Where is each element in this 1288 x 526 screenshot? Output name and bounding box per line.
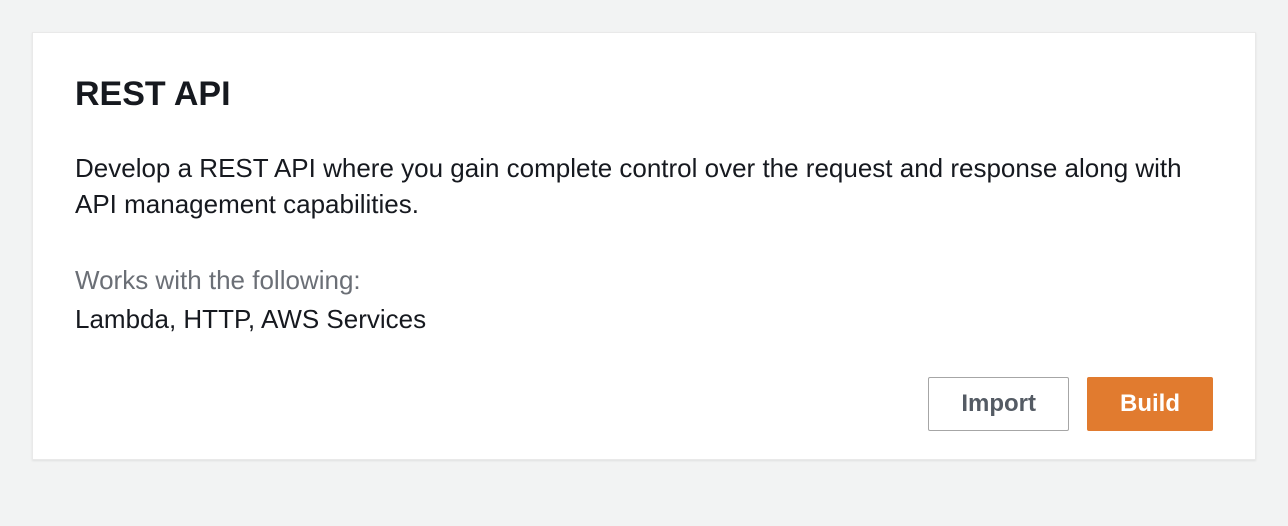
card-title: REST API xyxy=(75,75,1213,114)
api-type-card: REST API Develop a REST API where you ga… xyxy=(32,32,1256,460)
import-button[interactable]: Import xyxy=(928,377,1069,431)
button-row: Import Build xyxy=(75,377,1213,431)
build-button[interactable]: Build xyxy=(1087,377,1213,431)
works-with-label: Works with the following: xyxy=(75,265,1213,296)
works-with-value: Lambda, HTTP, AWS Services xyxy=(75,304,1213,335)
card-description: Develop a REST API where you gain comple… xyxy=(75,150,1213,223)
